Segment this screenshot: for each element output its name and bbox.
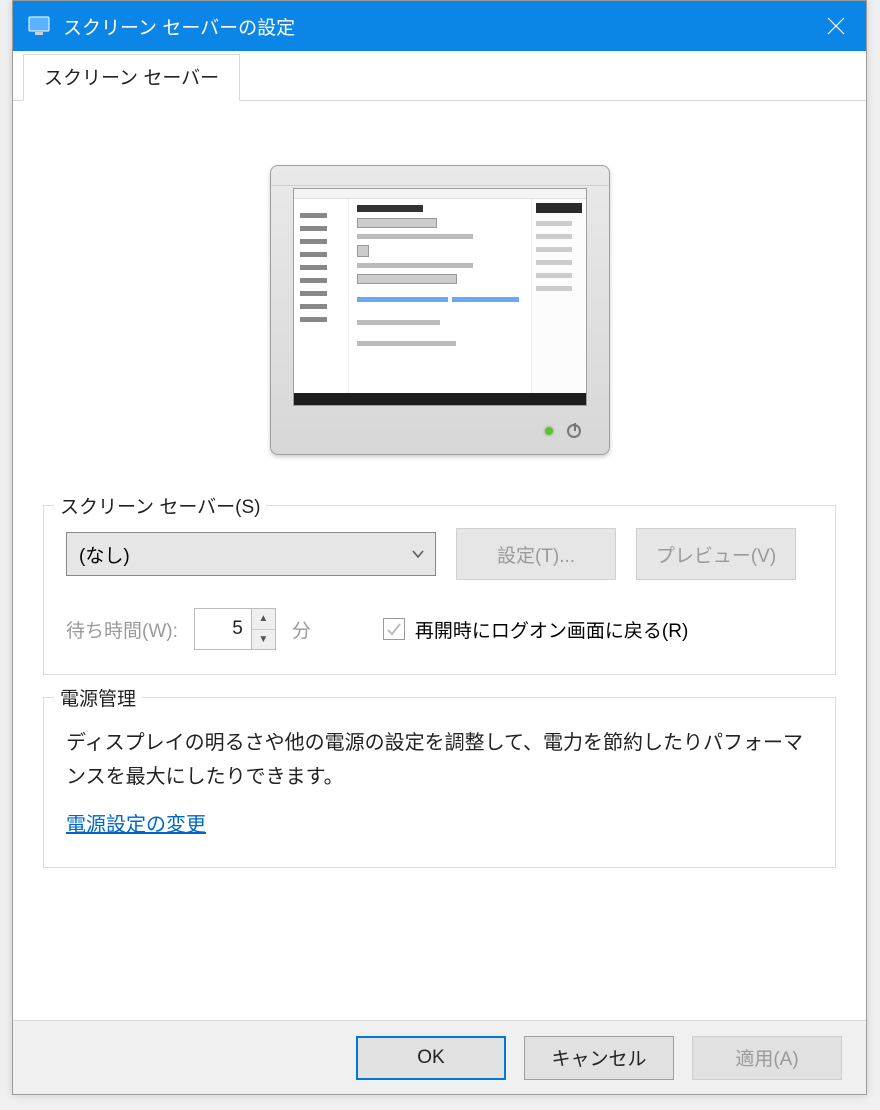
- cancel-button[interactable]: キャンセル: [524, 1036, 674, 1080]
- change-power-settings-link[interactable]: 電源設定の変更: [66, 808, 206, 837]
- spinner-up[interactable]: ▲: [252, 609, 275, 630]
- monitor-led-icon: [545, 427, 553, 435]
- power-management-group: 電源管理 ディスプレイの明るさや他の電源の設定を調整して、電力を節約したりパフォ…: [43, 697, 836, 868]
- close-button[interactable]: [806, 1, 866, 51]
- app-icon: [27, 14, 51, 38]
- resume-logon-checkbox[interactable]: 再開時にログオン画面に戻る(R): [383, 616, 688, 643]
- wait-unit: 分: [292, 616, 311, 643]
- power-legend: 電源管理: [54, 684, 142, 711]
- screen-saver-settings-window: スクリーン セーバーの設定 スクリーン セーバー: [12, 0, 867, 1095]
- preview-button[interactable]: プレビュー(V): [636, 528, 796, 580]
- checkbox-box: [383, 618, 405, 640]
- settings-button[interactable]: 設定(T)...: [456, 528, 616, 580]
- tab-strip: スクリーン セーバー: [13, 51, 866, 101]
- power-description: ディスプレイの明るさや他の電源の設定を調整して、電力を節約したりパフォーマンスを…: [66, 726, 813, 794]
- dialog-footer: OK キャンセル 適用(A): [13, 1020, 866, 1094]
- titlebar: スクリーン セーバーの設定: [13, 1, 866, 51]
- wait-time-input[interactable]: ▲ ▼: [194, 608, 276, 650]
- spinner-down[interactable]: ▼: [252, 630, 275, 650]
- tab-screen-saver[interactable]: スクリーン セーバー: [23, 54, 240, 101]
- monitor-power-icon: [567, 424, 581, 438]
- ok-button[interactable]: OK: [356, 1036, 506, 1080]
- screen-saver-legend: スクリーン セーバー(S): [54, 492, 266, 519]
- apply-button[interactable]: 適用(A): [692, 1036, 842, 1080]
- wait-time-value[interactable]: [195, 609, 251, 649]
- resume-logon-label: 再開時にログオン画面に戻る(R): [415, 616, 688, 643]
- window-title: スクリーン セーバーの設定: [63, 13, 806, 40]
- preview-area: [43, 125, 836, 505]
- chevron-down-icon: [411, 543, 425, 565]
- wait-label: 待ち時間(W):: [66, 616, 178, 643]
- screen-saver-select-value: (なし): [79, 541, 130, 568]
- screen-saver-group: スクリーン セーバー(S) (なし) 設定(T)... プレビュー(V) 待ち時…: [43, 505, 836, 675]
- monitor-preview: [270, 165, 610, 455]
- screen-saver-select[interactable]: (なし): [66, 532, 436, 576]
